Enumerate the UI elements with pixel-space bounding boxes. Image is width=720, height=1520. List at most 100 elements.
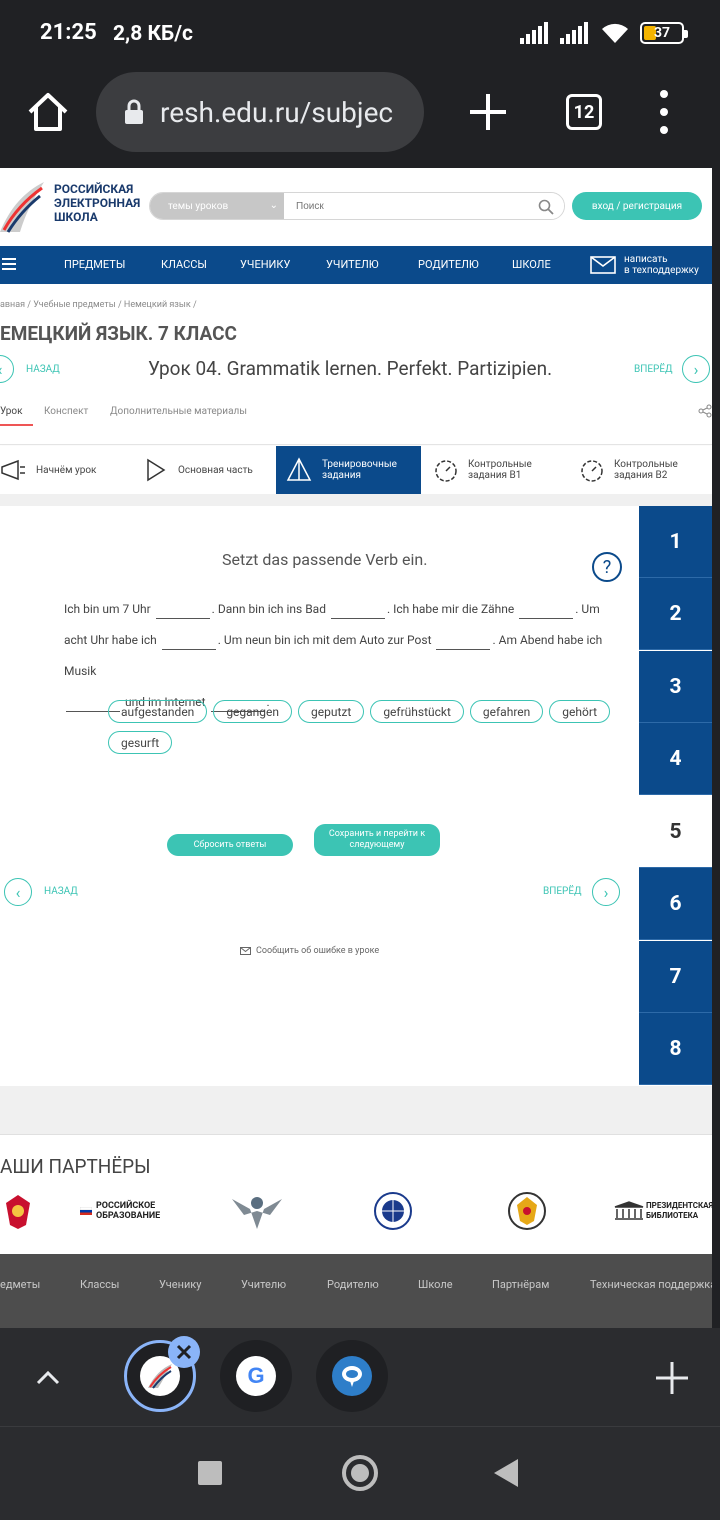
step-training[interactable]: Тренировочные задания [276,446,421,494]
status-network-speed: 2,8 КБ/с [113,22,193,46]
footer-link[interactable]: Школе [418,1278,453,1291]
help-icon[interactable]: ? [592,552,622,582]
search-icon[interactable] [538,199,554,215]
answer-blank[interactable] [155,605,210,619]
chevron-left-icon[interactable]: ‹ [4,878,32,906]
lesson-forward-link[interactable]: ВПЕРЁД [634,364,673,375]
status-icons: 37 [520,22,688,44]
footer-link[interactable]: Родителю [327,1278,379,1291]
home-icon[interactable] [24,88,72,136]
footer-link[interactable]: Ученику [159,1278,201,1291]
new-tab-icon[interactable] [466,90,510,134]
task-forward-link[interactable]: ВПЕРЁД [543,886,582,897]
footer-link[interactable]: Техническая поддержка [590,1278,712,1291]
task-number[interactable]: 3 [639,651,712,723]
footer-link[interactable]: Партнёрам [492,1278,549,1291]
battery-icon: 37 [640,22,688,44]
task-number[interactable]: 7 [639,941,712,1013]
footer-link[interactable]: Учителю [241,1278,286,1291]
library-icon [614,1201,644,1220]
home-nav-icon[interactable] [342,1455,378,1491]
tab-thumb-google[interactable]: G [220,1340,292,1412]
answer-blank[interactable] [436,636,491,650]
word-chip[interactable]: gesurft [108,731,173,754]
step-control-b2[interactable]: Контрольные задания В2 [578,446,712,494]
signal-icon [560,22,588,44]
lesson-nav: ‹ НАЗАД Урок 04. Grammatik lernen. Perfe… [0,354,712,384]
topics-select[interactable]: темы уроков ⌄ [150,193,284,219]
add-tab-icon[interactable] [654,1360,690,1396]
back-icon[interactable] [494,1459,518,1487]
task-number-current[interactable]: 5 [639,796,712,868]
chevron-left-icon[interactable]: ‹ [0,355,14,383]
reset-answers-button[interactable]: Сбросить ответы [167,834,293,856]
system-nav-bar [0,1426,720,1520]
tab-extra-materials[interactable]: Дополнительные материалы [110,406,247,417]
recent-apps-icon[interactable] [198,1461,222,1485]
wifi-icon [602,23,628,43]
tab-lesson[interactable]: Урок [0,406,32,426]
tab-switcher-button[interactable]: 12 [566,94,602,130]
answer-blank[interactable] [330,605,385,619]
more-menu-icon[interactable] [652,90,676,134]
close-icon[interactable] [168,1336,200,1368]
step-control-b1[interactable]: Контрольные задания В1 [432,446,572,494]
word-chip[interactable]: aufgestanden [108,700,208,723]
footer-link[interactable]: едметы [0,1278,40,1291]
save-next-button[interactable]: Сохранить и перейти к следующему [314,824,440,856]
word-chip[interactable]: gegangen [213,700,293,723]
globe-icon [374,1192,412,1230]
task-number[interactable]: 6 [639,868,712,940]
logo-text[interactable]: РОССИЙСКАЯ ЭЛЕКТРОННАЯ ШКОЛА [54,182,140,224]
hamburger-icon[interactable] [2,258,16,270]
step-main[interactable]: Основная часть [138,446,276,494]
footer-link[interactable]: Классы [80,1278,119,1291]
partner-library[interactable]: ПРЕЗИДЕНТСКАЯ БИБЛИОТЕКА [614,1191,712,1231]
word-chip[interactable]: geputzt [298,700,365,723]
lesson-back-link[interactable]: НАЗАД [26,364,60,375]
task-heading: Setzt das passende Verb ein. [222,550,428,569]
task-number-list: 1 2 3 4 5 6 7 8 [639,506,712,1086]
support-link[interactable]: написать в техподдержку [590,252,710,278]
nav-teacher[interactable]: УЧИТЕЛЮ [326,258,379,271]
task-number[interactable]: 8 [639,1013,712,1085]
task-number[interactable]: 4 [639,723,712,795]
browser-toolbar: resh.edu.ru/subjec 12 [0,70,720,168]
nav-classes[interactable]: КЛАССЫ [161,258,207,271]
partner-ministry[interactable] [230,1191,284,1231]
breadcrumb[interactable]: авная / Учебные предметы / Немецкий язык… [0,300,197,310]
share-icon[interactable] [698,404,712,418]
chevron-right-icon[interactable]: › [592,878,620,906]
word-chip[interactable]: gefahren [469,700,544,723]
task-number[interactable]: 1 [639,506,712,578]
ministry-emblem-icon [232,1197,282,1229]
task-number[interactable]: 2 [639,578,712,650]
nav-student[interactable]: УЧЕНИКУ [240,258,290,271]
partner-emergency[interactable] [504,1191,550,1231]
partner-emblem[interactable] [0,1191,36,1231]
answer-blank[interactable] [519,605,574,619]
word-chip[interactable]: gefrühstückt [370,700,464,723]
play-icon [147,458,166,482]
nav-school[interactable]: ШКОЛЕ [512,258,551,271]
answer-blank[interactable] [161,636,216,650]
partner-ros-obr[interactable]: РОССИЙСКОЕ ОБРАЗОВАНИЕ [80,1191,160,1231]
chevron-up-icon[interactable] [34,1364,62,1392]
search-input[interactable] [284,193,564,219]
divider [0,444,712,445]
login-button[interactable]: вход / регистрация [572,192,702,220]
nav-subjects[interactable]: ПРЕДМЕТЫ [64,258,125,271]
nav-parent[interactable]: РОДИТЕЛЮ [418,258,479,271]
chat-bubble-icon [342,1366,362,1387]
word-chip[interactable]: gehört [549,700,611,723]
step-start[interactable]: Начнём урок [0,446,136,494]
task-card: Setzt das passende Verb ein. ? Ich bin u… [0,506,712,1086]
report-error-link[interactable]: Сообщить об ошибке в уроке [240,946,379,956]
logo-icon[interactable] [0,178,46,234]
tab-summary[interactable]: Конспект [44,406,88,417]
chevron-right-icon[interactable]: › [682,355,710,383]
tab-thumb-chat[interactable] [316,1340,388,1412]
address-bar[interactable]: resh.edu.ru/subjec [96,72,424,152]
task-back-link[interactable]: НАЗАД [44,886,78,897]
partner-globe[interactable] [368,1191,418,1231]
